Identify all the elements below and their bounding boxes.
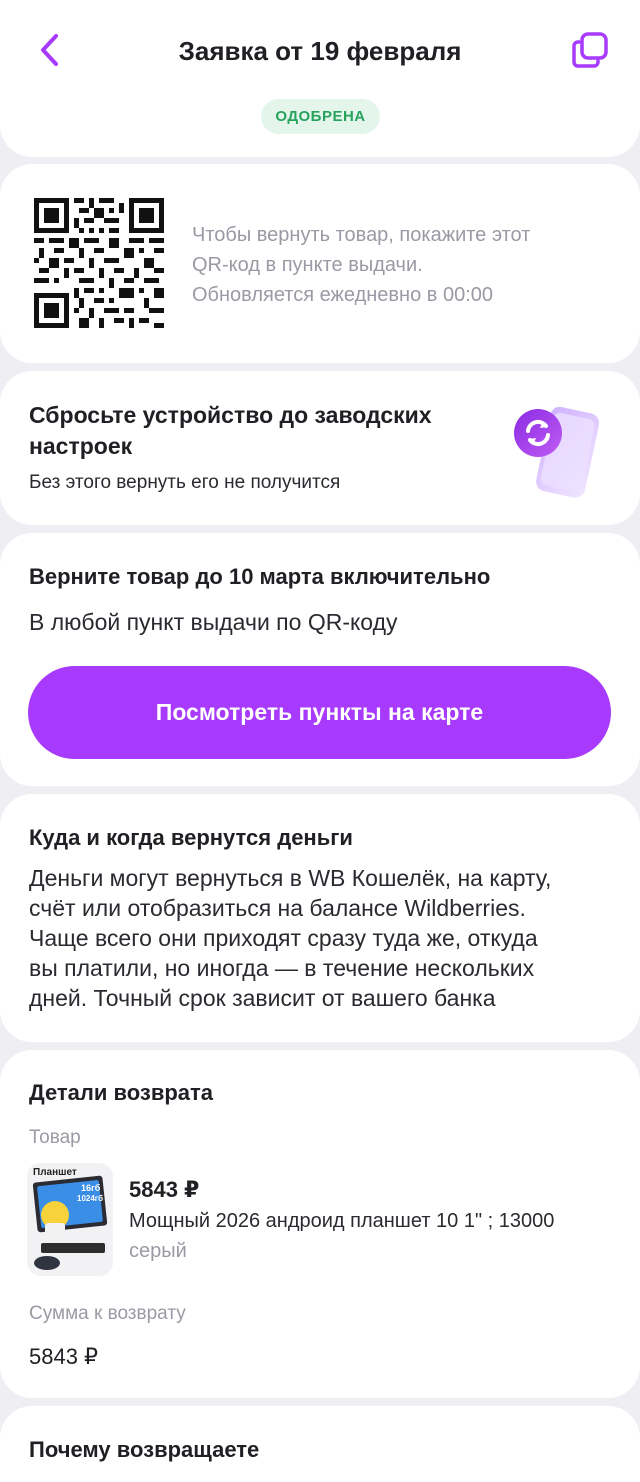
- refund-info-line: вы платили, но иногда — в течение нескол…: [29, 955, 535, 981]
- chevron-left-icon: [41, 34, 58, 66]
- refund-info-line: дней. Точный срок зависит от вашего банк…: [29, 985, 496, 1011]
- return-deadline-subtitle: В любой пункт выдачи по QR-коду: [29, 609, 398, 635]
- return-reason-card: Почему возвращаете: [0, 1406, 640, 1482]
- show-pickup-points-button[interactable]: Посмотреть пункты на карте: [28, 666, 611, 759]
- return-details-card: Детали возврата Товар Планшет 16гб 1024г…: [0, 1050, 640, 1398]
- refund-sum-label: Сумма к возврату: [29, 1303, 186, 1324]
- qr-instructions: Чтобы вернуть товар, покажите этот QR-ко…: [192, 220, 612, 310]
- back-button[interactable]: [30, 30, 70, 70]
- reset-device-card[interactable]: Сбросьте устройство до заводских настрое…: [0, 371, 640, 525]
- refund-info-title: Куда и когда вернутся деньги: [29, 825, 353, 850]
- refund-sum-value: 5843 ₽: [29, 1344, 99, 1369]
- reset-subtitle: Без этого вернуть его не получится: [29, 472, 341, 493]
- return-deadline-title: Верните товар до 10 марта включительно: [29, 564, 491, 589]
- product-color: серый: [129, 1240, 187, 1262]
- product-name[interactable]: Мощный 2026 андроид планшет 10 1" ; 1300…: [129, 1210, 619, 1233]
- product-price: 5843 ₽: [129, 1177, 200, 1202]
- copy-icon: [572, 32, 608, 68]
- copy-button[interactable]: [568, 28, 612, 72]
- thumb-text-line: 16гб: [81, 1183, 101, 1193]
- qr-instruction-line: QR-код в пункте выдачи.: [192, 254, 423, 276]
- qr-code[interactable]: [34, 198, 164, 328]
- reset-title: Сбросьте устройство до заводских настрое…: [29, 402, 432, 459]
- header: Заявка от 19 февраля ОДОБРЕНА: [0, 0, 640, 157]
- tablet-product-image: Планшет 16гб 1024гб: [27, 1163, 113, 1276]
- qr-instruction-line: Обновляется ежедневно в 00:00: [192, 284, 494, 306]
- product-label: Товар: [29, 1127, 81, 1148]
- product-thumbnail[interactable]: Планшет 16гб 1024гб: [27, 1163, 113, 1276]
- return-details-title: Детали возврата: [29, 1080, 214, 1105]
- return-reason-title: Почему возвращаете: [29, 1437, 260, 1462]
- thumb-text-line: 1024гб: [77, 1194, 103, 1203]
- refund-info-line: Чаще всего они приходят сразу туда же, о…: [29, 925, 538, 951]
- qr-instruction-line: Чтобы вернуть товар, покажите этот: [192, 224, 531, 246]
- status-badge: ОДОБРЕНА: [261, 99, 380, 134]
- return-request-screen: Заявка от 19 февраля ОДОБРЕНА Чтобы верн…: [0, 0, 640, 1482]
- qr-card: Чтобы вернуть товар, покажите этот QR-ко…: [0, 164, 640, 363]
- thumb-text-line: Планшет: [33, 1167, 77, 1178]
- page-title: Заявка от 19 февраля: [178, 36, 462, 66]
- refund-info-line: Деньги могут вернуться в WB Кошелёк, на …: [29, 865, 552, 891]
- phone-reset-icon: [514, 406, 600, 498]
- refund-info-line: счёт или отобразиться на балансе Wildber…: [29, 895, 526, 921]
- refund-info-text: Деньги могут вернуться в WB Кошелёк, на …: [29, 863, 619, 1013]
- return-deadline-card: Верните товар до 10 марта включительно В…: [0, 533, 640, 786]
- refund-info-card: Куда и когда вернутся деньги Деньги могу…: [0, 794, 640, 1042]
